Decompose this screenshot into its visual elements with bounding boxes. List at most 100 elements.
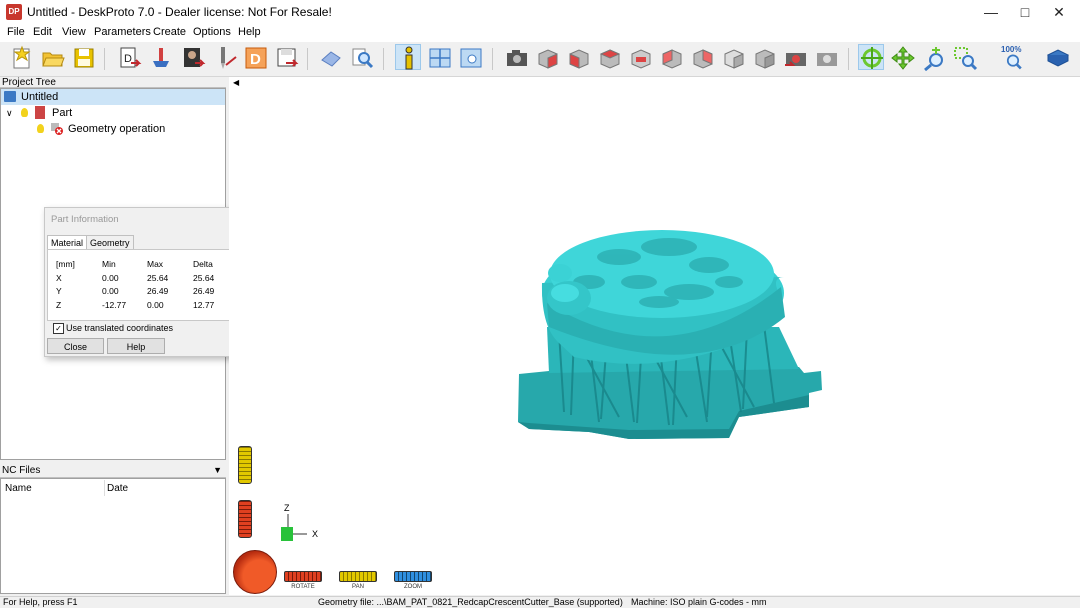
view-front-icon[interactable]	[566, 45, 592, 71]
zoom-100-icon[interactable]: 100%	[1000, 45, 1030, 71]
col-max: Max	[147, 259, 164, 269]
project-icon	[4, 91, 16, 102]
view-iso-icon[interactable]	[535, 45, 561, 71]
rotate-mode-icon[interactable]	[858, 44, 884, 70]
open-icon[interactable]	[40, 45, 66, 71]
inspect-icon[interactable]	[349, 45, 375, 71]
model-render: Z X	[281, 230, 822, 541]
load-geometry-icon[interactable]: D	[116, 45, 142, 71]
minimize-icon[interactable]: —	[974, 0, 1008, 24]
row-y-max: 26.49	[147, 286, 169, 296]
tool-icon[interactable]	[212, 45, 238, 71]
help-button[interactable]: Help	[107, 338, 165, 354]
3d-viewport[interactable]: ◀ Z X Z X	[229, 77, 1080, 595]
pan-dial[interactable]	[339, 571, 377, 582]
status-machine: Machine: ISO plain G-codes - mm	[631, 597, 767, 607]
project-tree-header: Project Tree	[0, 77, 226, 88]
expand-chevron-icon[interactable]: ∨	[6, 105, 13, 121]
tree-item-geometry-operation[interactable]: Geometry operation	[1, 121, 225, 137]
part-info-icon[interactable]	[395, 44, 421, 70]
view-right-icon[interactable]	[597, 45, 623, 71]
menu-create[interactable]: Create	[153, 26, 186, 38]
nc-col-name[interactable]: Name	[5, 483, 32, 494]
row-x-min: 0.00	[102, 273, 119, 283]
nc-files-list: Name Date	[0, 478, 226, 594]
nc-col-date[interactable]: Date	[107, 483, 128, 494]
translated-coords-label[interactable]: Use translated coordinates	[66, 323, 173, 333]
window-title: Untitled - DeskProto 7.0 - Dealer licens…	[27, 5, 332, 19]
pan-mode-icon[interactable]	[890, 45, 916, 71]
svg-text:D: D	[250, 51, 261, 68]
app-logo-icon: DP	[6, 4, 22, 20]
menu-parameters[interactable]: Parameters	[94, 26, 151, 38]
tab-geometry[interactable]: Geometry	[86, 235, 134, 250]
column-divider	[104, 480, 105, 496]
row-y-axis: Y	[56, 286, 62, 296]
zoom-dial-label: ZOOM	[404, 584, 422, 590]
row-z-delta: 12.77	[193, 300, 215, 310]
menu-options[interactable]: Options	[193, 26, 231, 38]
rotate-wheel[interactable]	[233, 550, 277, 594]
operation-error-icon	[51, 123, 63, 135]
layout-icon[interactable]	[427, 45, 453, 71]
close-button[interactable]: Close	[47, 338, 104, 354]
maximize-icon[interactable]: □	[1008, 0, 1042, 24]
bitmap-icon[interactable]	[180, 45, 206, 71]
rotate-dial[interactable]	[284, 571, 322, 582]
vertical-rotate-dial[interactable]	[238, 500, 252, 538]
title-bar: DP Untitled - DeskProto 7.0 - Dealer lic…	[0, 0, 1080, 24]
visibility-bulb-icon[interactable]	[37, 124, 44, 133]
part-info-dialog: Part Information Material Geometry [mm] …	[44, 207, 246, 357]
view-top-icon[interactable]	[628, 45, 654, 71]
eraser-icon[interactable]	[318, 45, 344, 71]
pan-dial-label: PAN	[352, 584, 364, 590]
close-icon[interactable]: ✕	[1042, 0, 1076, 24]
menu-edit[interactable]: Edit	[33, 26, 52, 38]
zoom-window-icon[interactable]	[952, 45, 978, 71]
svg-text:D: D	[124, 53, 132, 65]
col-delta: Delta	[193, 259, 213, 269]
window-view-icon[interactable]	[458, 45, 484, 71]
menu-view[interactable]: View	[62, 26, 86, 38]
row-x-max: 25.64	[147, 273, 169, 283]
menu-help[interactable]: Help	[238, 26, 261, 38]
menu-file[interactable]: File	[7, 26, 25, 38]
nc-files-header: NC Files ▼	[0, 464, 226, 478]
status-help: For Help, press F1	[3, 597, 78, 607]
svg-text:Z: Z	[284, 503, 290, 513]
tree-item-project[interactable]: Untitled	[1, 89, 225, 105]
render-icon[interactable]	[783, 45, 809, 71]
redraw-icon[interactable]	[814, 45, 840, 71]
dialog-title: Part Information	[51, 214, 119, 225]
view-back-icon[interactable]	[659, 45, 685, 71]
row-z-axis: Z	[56, 300, 62, 310]
zoom-dial[interactable]	[394, 571, 432, 582]
vertical-zoom-dial[interactable]	[238, 446, 252, 484]
status-bar: For Help, press F1 Geometry file: ...\BA…	[0, 596, 1080, 608]
row-y-min: 0.00	[102, 286, 119, 296]
view-bottom-icon[interactable]	[721, 45, 747, 71]
drawing-icon[interactable]: D	[243, 45, 269, 71]
help-book-icon[interactable]	[1045, 45, 1071, 71]
visibility-bulb-icon[interactable]	[21, 108, 28, 117]
new-project-icon[interactable]	[9, 45, 35, 71]
part-wizard-icon[interactable]	[148, 45, 174, 71]
translated-coords-checkbox[interactable]: ✓	[53, 323, 64, 334]
dropdown-arrow-icon[interactable]: ▼	[213, 464, 222, 477]
tree-item-part[interactable]: ∨ Part	[1, 105, 225, 121]
export-icon[interactable]	[274, 45, 300, 71]
col-min: Min	[102, 259, 116, 269]
save-icon[interactable]	[71, 45, 97, 71]
main-toolbar: D D 100%	[0, 42, 1080, 77]
view-plain-icon[interactable]	[752, 45, 778, 71]
rotate-dial-label: ROTATE	[291, 584, 315, 590]
tab-material[interactable]: Material	[47, 235, 88, 250]
tree-item-geometry-operation-label: Geometry operation	[68, 123, 166, 135]
row-x-delta: 25.64	[193, 273, 215, 283]
part-icon	[35, 106, 45, 119]
view-left-icon[interactable]	[690, 45, 716, 71]
camera-icon[interactable]	[504, 45, 530, 71]
svg-text:X: X	[312, 529, 318, 539]
zoom-mode-icon[interactable]	[921, 45, 947, 71]
tree-item-project-label: Untitled	[21, 91, 59, 103]
